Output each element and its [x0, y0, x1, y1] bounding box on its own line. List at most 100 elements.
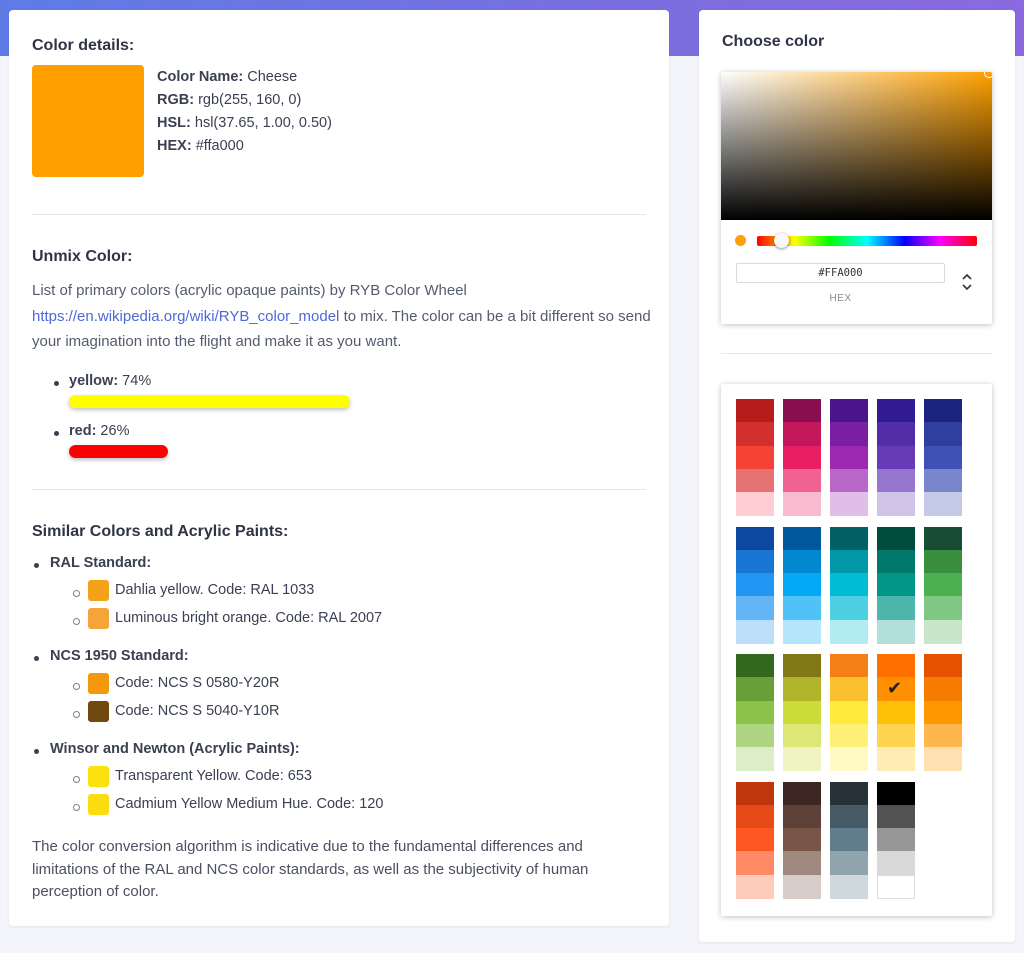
palette-swatch[interactable] — [830, 747, 868, 772]
palette-swatch[interactable] — [736, 399, 774, 423]
palette-swatch[interactable] — [736, 677, 774, 702]
palette-swatch[interactable] — [877, 399, 915, 423]
palette-swatch[interactable] — [783, 619, 821, 644]
palette-swatch[interactable] — [783, 804, 821, 829]
palette-swatch[interactable] — [924, 677, 962, 702]
hex-input[interactable]: #FFA000 — [736, 263, 945, 283]
palette-swatch[interactable] — [783, 445, 821, 470]
palette-swatch[interactable] — [783, 781, 821, 806]
palette-swatch[interactable] — [830, 549, 868, 574]
palette-swatch[interactable] — [736, 828, 774, 853]
palette-swatch[interactable] — [736, 549, 774, 574]
palette-swatch[interactable] — [830, 804, 868, 829]
palette-swatch[interactable] — [830, 526, 868, 551]
palette-swatch[interactable] — [877, 723, 915, 748]
palette-swatch[interactable] — [783, 468, 821, 493]
palette-swatch[interactable] — [877, 781, 915, 806]
hue-slider-handle[interactable] — [774, 233, 789, 248]
palette-swatch[interactable] — [783, 677, 821, 702]
palette-swatch[interactable] — [924, 596, 962, 621]
palette-swatch[interactable] — [877, 526, 915, 551]
palette-swatch[interactable] — [924, 526, 962, 551]
palette-swatch[interactable] — [877, 596, 915, 621]
palette-swatch[interactable] — [830, 828, 868, 853]
palette-swatch[interactable] — [924, 747, 962, 772]
palette-swatch[interactable] — [830, 573, 868, 598]
palette-swatch[interactable] — [877, 851, 915, 876]
palette-swatch[interactable] — [783, 573, 821, 598]
palette-swatch[interactable] — [783, 700, 821, 725]
palette-swatch[interactable] — [736, 874, 774, 899]
palette-swatch[interactable] — [783, 422, 821, 447]
palette-swatch[interactable] — [783, 874, 821, 899]
palette-swatch[interactable] — [877, 874, 915, 899]
saturation-area[interactable] — [721, 72, 992, 220]
palette-swatch[interactable] — [736, 654, 774, 678]
palette-swatch[interactable] — [830, 619, 868, 644]
palette-swatch[interactable] — [877, 804, 915, 829]
palette-swatch[interactable] — [830, 654, 868, 678]
palette-swatch[interactable] — [783, 747, 821, 772]
palette-swatch[interactable] — [924, 445, 962, 470]
palette-swatch[interactable] — [830, 445, 868, 470]
palette-swatch[interactable] — [736, 700, 774, 725]
ryb-wiki-link[interactable]: https://en.wikipedia.org/wiki/RYB_color_… — [32, 308, 339, 325]
palette-swatch[interactable] — [877, 445, 915, 470]
palette-swatch[interactable] — [924, 619, 962, 644]
palette-swatch[interactable] — [830, 596, 868, 621]
palette-swatch[interactable] — [736, 723, 774, 748]
palette-swatch[interactable] — [830, 399, 868, 423]
palette-swatch[interactable] — [877, 654, 915, 678]
palette-swatch[interactable] — [736, 851, 774, 876]
palette-swatch[interactable] — [924, 700, 962, 725]
palette-swatch[interactable] — [830, 677, 868, 702]
palette-swatch[interactable] — [736, 468, 774, 493]
palette-swatch[interactable] — [924, 573, 962, 598]
palette-swatch[interactable] — [736, 747, 774, 772]
palette-swatch[interactable] — [830, 723, 868, 748]
palette-swatch[interactable] — [830, 874, 868, 899]
palette-swatch[interactable] — [877, 619, 915, 644]
palette-swatch[interactable] — [736, 526, 774, 551]
palette-swatch[interactable] — [830, 468, 868, 493]
palette-swatch[interactable] — [783, 851, 821, 876]
palette-swatch[interactable] — [783, 828, 821, 853]
palette-swatch[interactable] — [783, 526, 821, 551]
palette-swatch[interactable] — [736, 596, 774, 621]
palette-swatch[interactable] — [924, 654, 962, 678]
palette-swatch[interactable] — [924, 399, 962, 423]
palette-swatch[interactable] — [736, 422, 774, 447]
palette-swatch[interactable] — [877, 700, 915, 725]
palette-swatch[interactable] — [924, 492, 962, 517]
palette-swatch[interactable] — [877, 422, 915, 447]
palette-swatch[interactable] — [877, 468, 915, 493]
palette-swatch[interactable] — [830, 422, 868, 447]
palette-swatch[interactable] — [783, 492, 821, 517]
palette-swatch[interactable] — [783, 723, 821, 748]
palette-swatch[interactable] — [736, 492, 774, 517]
palette-swatch[interactable] — [830, 851, 868, 876]
palette-swatch[interactable] — [736, 573, 774, 598]
hue-slider[interactable] — [757, 236, 977, 246]
palette-swatch[interactable] — [877, 549, 915, 574]
palette-swatch[interactable] — [830, 700, 868, 725]
palette-swatch[interactable] — [924, 422, 962, 447]
palette-swatch[interactable] — [830, 492, 868, 517]
palette-swatch[interactable] — [877, 828, 915, 853]
palette-swatch[interactable] — [924, 549, 962, 574]
palette-swatch[interactable] — [924, 468, 962, 493]
palette-swatch[interactable] — [877, 573, 915, 598]
palette-swatch[interactable] — [783, 596, 821, 621]
palette-swatch[interactable] — [736, 804, 774, 829]
saturation-handle[interactable] — [984, 72, 992, 78]
palette-swatch[interactable] — [736, 445, 774, 470]
palette-swatch[interactable] — [830, 781, 868, 806]
palette-swatch[interactable] — [783, 399, 821, 423]
palette-swatch[interactable] — [736, 781, 774, 806]
palette-swatch[interactable] — [877, 747, 915, 772]
palette-swatch[interactable] — [924, 723, 962, 748]
palette-swatch[interactable] — [736, 619, 774, 644]
chevron-up-down-icon[interactable] — [961, 272, 973, 292]
palette-swatch[interactable] — [783, 654, 821, 678]
palette-swatch[interactable] — [877, 492, 915, 517]
